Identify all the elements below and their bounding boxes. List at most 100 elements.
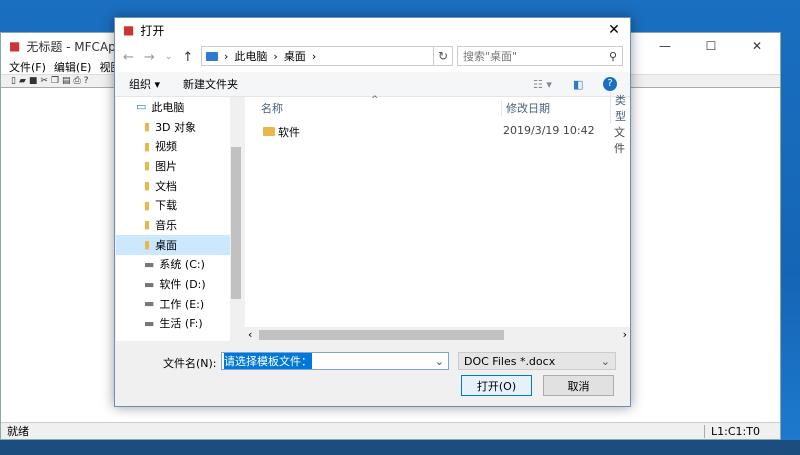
address-bar[interactable]: › 此电脑 › 桌面 › [201,46,453,66]
folder-icon: ▮ [144,120,151,134]
nav-item-label: 软件 (D:) [159,278,206,292]
chevron-down-icon[interactable]: ⌄ [435,355,444,368]
copy-icon[interactable]: ❐ [51,76,59,86]
sort-indicator-icon: ^ [371,95,379,105]
new-folder-button[interactable]: 新建文件夹 [183,76,238,92]
nav-item[interactable]: ▮ 视频 [116,136,242,156]
dialog-title: 打开 [140,23,165,38]
chevron-down-icon: ⌄ [600,354,610,368]
back-icon[interactable]: ← [123,50,134,65]
cut-icon[interactable]: ✂ [40,76,48,86]
menu-file[interactable]: 文件(F) [9,59,46,74]
recent-chevron-icon[interactable]: ⌄ [165,52,173,62]
cancel-button[interactable]: 取消 [543,375,614,396]
new-icon[interactable]: ▯ [11,76,16,86]
column-name[interactable]: 名称 [261,100,283,116]
maximize-button[interactable]: ☐ [688,33,734,59]
nav-item[interactable]: ▮ 图片 [116,156,242,176]
filetype-value: DOC Files *.docx [464,354,556,368]
list-header: 名称 ^ 修改日期 类型 [245,92,630,124]
folder-icon: ▮ [144,159,151,173]
nav-item-label: 3D 对象 [155,120,197,134]
nav-item-label: 音乐 [155,218,178,232]
search-placeholder: 搜索"桌面" [463,50,518,63]
breadcrumb-desktop[interactable]: 桌面 [284,48,306,64]
menu-edit[interactable]: 编辑(E) [54,59,92,74]
list-hscrollbar[interactable]: ‹ › [245,327,630,341]
nav-item-label: 工作 (E:) [159,297,205,311]
up-icon[interactable]: ↑ [182,50,193,65]
close-button[interactable]: ✕ [734,33,780,59]
status-text: 就绪 [7,425,29,438]
file-modified: 2019/3/19 10:42 [503,124,595,137]
filename-value: 请选择模板文件： [224,353,312,369]
drive-icon: ▬ [144,277,155,291]
nav-item-label: 视频 [155,140,178,154]
drive-icon: ▬ [144,297,155,311]
chevron-right-icon: › [311,49,317,63]
scroll-right-icon[interactable]: › [623,328,627,341]
nav-item-label: 图片 [155,159,178,173]
drive-icon: ▬ [144,257,155,271]
refresh-button[interactable]: ↻ [433,46,453,66]
file-name: 软件 [278,126,300,139]
filetype-select[interactable]: DOC Files *.docx ⌄ [458,352,616,370]
drive-icon: ▬ [144,316,155,330]
nav-item[interactable]: ▮ 音乐 [116,215,242,235]
nav-item[interactable]: ▮ 3D 对象 [116,117,242,137]
help-icon[interactable]: ? [84,76,89,86]
list-scroll-thumb[interactable] [259,330,504,340]
preview-pane-icon[interactable]: ◧ [573,78,583,91]
nav-item-label: 文档 [155,179,178,193]
folder-icon: ▮ [144,238,151,252]
file-list: 名称 ^ 修改日期 类型 软件 2019/3/19 10:42 文件 ‹ › [245,92,630,341]
help-icon[interactable]: ? [603,77,617,91]
status-bar: 就绪 L1:C1:T0 [1,422,780,439]
chevron-right-icon: › [224,49,229,63]
column-type[interactable]: 类型 [610,92,630,124]
nav-item[interactable]: ▬ 工作 (E:) [116,294,242,314]
navigation-pane: ▭ 此电脑 ▮ 3D 对象 ▮ 视频 ▮ 图片 ▮ 文档 ▮ 下载 ▮ 音乐 ▮ 桌面 ▬ 系统 (C:) ▬ 软件 … [116,97,242,341]
search-input[interactable]: 搜索"桌面" ⚲ [457,46,623,66]
app-icon: ■ [9,39,21,53]
nav-item[interactable]: ▮ 下载 [116,195,242,215]
column-modified[interactable]: 修改日期 [501,100,550,116]
file-type: 文件 [614,126,625,155]
open-button[interactable]: 打开(O) [461,375,532,396]
forward-icon[interactable]: → [144,50,155,65]
folder-icon: ▮ [144,218,151,232]
organize-button[interactable]: 组织 ▾ [129,76,160,92]
open-dialog: ■ 打开 ✕ ← → ⌄ ↑ › 此电脑 › 桌面 › ↻ 搜索"桌面" ⚲ 组织 ▾ 新建文… [114,17,631,407]
nav-item[interactable]: ▭ 此电脑 [116,97,242,117]
folder-icon: ▮ [144,179,151,193]
minimize-button[interactable]: — [642,33,688,59]
folder-icon: ▮ [144,139,151,153]
nav-item[interactable]: ▮ 桌面 [116,234,242,255]
folder-icon [263,127,275,136]
breadcrumb-this-pc[interactable]: 此电脑 [234,48,267,64]
computer-icon: ▭ [136,100,147,114]
filename-label: 文件名(N): [163,357,217,370]
open-icon[interactable]: ▰ [19,76,26,86]
filename-input[interactable]: 请选择模板文件： ⌄ [221,352,449,370]
paste-icon[interactable]: ▤ [62,76,71,86]
chevron-right-icon: › [273,49,278,63]
nav-item[interactable]: ▮ 文档 [116,176,242,196]
dialog-icon: ■ [123,23,135,37]
nav-item[interactable]: ▬ 系统 (C:) [116,255,242,275]
scroll-left-icon[interactable]: ‹ [248,328,252,341]
nav-item[interactable]: ▬ 软件 (D:) [116,274,242,294]
nav-scroll-thumb[interactable] [231,147,241,299]
folder-icon: ▮ [144,198,151,212]
save-icon[interactable]: ■ [29,76,38,86]
nav-item-label: 生活 (F:) [159,317,203,331]
nav-item-label: 系统 (C:) [159,258,205,272]
view-options-icon[interactable]: ☷ ▾ [533,78,552,91]
file-row[interactable]: 软件 2019/3/19 10:42 文件 [245,124,630,155]
dialog-close-button[interactable]: ✕ [598,18,630,42]
nav-item[interactable]: ▬ 生活 (F:) [116,314,242,334]
nav-scrollbar[interactable] [230,97,242,341]
print-icon[interactable]: ⎙ [74,76,81,86]
nav-item-label: 此电脑 [151,100,185,114]
folder-icon [206,51,218,61]
